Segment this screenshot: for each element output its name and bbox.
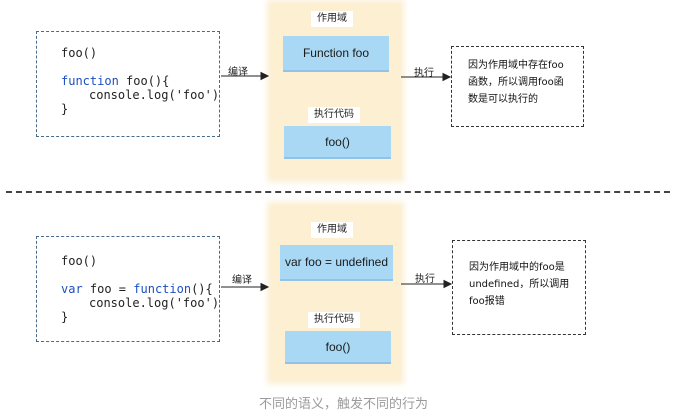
- figure-caption: 不同的语义，触发不同的行为: [258, 396, 428, 411]
- bottom-compile-arrowhead: [260, 282, 270, 292]
- bottom-execute-arrowhead: [443, 279, 453, 289]
- top-execute-arrowhead: [442, 72, 452, 82]
- arrows-layer: [221, 71, 453, 292]
- top-compile-arrowhead: [260, 71, 270, 81]
